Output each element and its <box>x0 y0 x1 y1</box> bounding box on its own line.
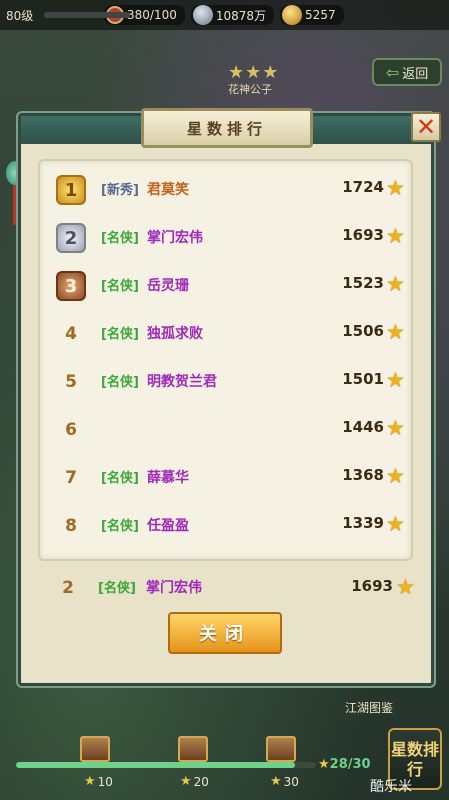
treasure-chest-icon[interactable] <box>178 736 208 762</box>
rank-number: 5 <box>65 372 77 392</box>
player-tag: [名侠] <box>101 327 139 342</box>
ranking-row: 5 [名侠] 明教贺兰君 1501 ★ <box>40 356 411 404</box>
player-tag: [新秀] <box>101 183 139 198</box>
star-icon: ★ <box>318 757 330 772</box>
gold-ingot-icon <box>282 5 303 25</box>
star-icon: ★ <box>386 416 405 440</box>
star-icon: ★ <box>386 464 405 488</box>
star-icon: ★ <box>386 176 405 200</box>
bronze-medal-icon: 3 <box>56 271 86 301</box>
gold-value: 5257 <box>305 8 336 22</box>
chest-threshold-30: ★ 30 <box>270 774 299 789</box>
star-icon: ★ <box>84 774 96 789</box>
silver-coin-icon <box>192 5 213 25</box>
player-tag: [名侠] <box>101 519 139 534</box>
star-progress-bar <box>16 762 316 768</box>
player-name[interactable]: 任盈盈 <box>147 515 189 535</box>
my-rank-number: 2 <box>62 578 74 598</box>
watermark: 酷乐米 <box>370 779 412 795</box>
star-icon: ★ <box>386 320 405 344</box>
star-progress-fill <box>16 762 295 768</box>
rank-number: 6 <box>65 420 77 440</box>
player-name[interactable]: 掌门宏伟 <box>147 227 203 247</box>
level-progress-bar <box>44 12 130 18</box>
back-arrow-icon: ⇦ <box>385 62 400 82</box>
player-name[interactable]: 明教贺兰君 <box>147 371 217 391</box>
close-icon[interactable]: ✕ <box>411 112 441 142</box>
player-tag: [名侠] <box>101 279 139 294</box>
hero-name: 花神公子 <box>228 83 272 96</box>
panel-title: 星数排行 <box>141 108 313 148</box>
player-tag: [名侠] <box>101 375 139 390</box>
gold-resource[interactable]: 5257 <box>280 5 344 25</box>
my-player-tag: [名侠] <box>98 581 136 596</box>
silver-resource[interactable]: 10878万 <box>190 5 275 25</box>
star-icon: ★ <box>270 774 282 789</box>
player-name[interactable]: 岳灵珊 <box>147 275 189 295</box>
rank-number: 7 <box>65 468 77 488</box>
ranking-row: 2 [名侠] 掌门宏伟 1693 ★ <box>40 212 411 260</box>
star-score: 1501 <box>342 370 384 388</box>
my-player-name: 掌门宏伟 <box>146 580 202 596</box>
star-score: 1506 <box>342 322 384 340</box>
stamina-value: 380/100 <box>127 8 177 22</box>
treasure-chest-icon[interactable] <box>266 736 296 762</box>
rank-number: 4 <box>65 324 77 344</box>
player-name[interactable]: 薛慕华 <box>147 467 189 487</box>
star-score: 1339 <box>342 514 384 532</box>
ranking-list[interactable]: 1 [新秀] 君莫笑 1724 ★ 2 [名侠] 掌门宏伟 1693 ★ 3 [… <box>38 159 413 561</box>
silver-medal-icon: 2 <box>56 223 86 253</box>
star-score: 1523 <box>342 274 384 292</box>
star-score: 1693 <box>342 226 384 244</box>
chest-threshold-20: ★ 20 <box>180 774 209 789</box>
ranking-row: 4 [名侠] 独孤求败 1506 ★ <box>40 308 411 356</box>
player-name[interactable]: 君莫笑 <box>147 179 189 199</box>
top-resource-bar: 80级 380/100 10878万 5257 <box>0 0 449 30</box>
star-ranking-panel: 星数排行 ✕ 1 [新秀] 君莫笑 1724 ★ 2 [名侠] 掌门宏伟 169… <box>18 108 441 686</box>
back-button-label: 返回 <box>402 66 429 82</box>
player-tag: [名侠] <box>101 471 139 486</box>
my-ranking-row: 2 [名侠] 掌门宏伟 1693 ★ <box>51 565 422 611</box>
ranking-row: 8 [名侠] 任盈盈 1339 ★ <box>40 500 411 548</box>
back-button[interactable]: ⇦ 返回 <box>372 58 442 86</box>
player-name[interactable]: 独孤求败 <box>147 323 203 343</box>
close-button[interactable]: 关闭 <box>168 612 282 654</box>
star-icon: ★ <box>396 575 415 599</box>
silver-value: 10878万 <box>215 8 267 23</box>
star-icon: ★ <box>180 774 192 789</box>
rank-number: 8 <box>65 516 77 536</box>
star-score: 1446 <box>342 418 384 436</box>
ranking-row: 1 [新秀] 君莫笑 1724 ★ <box>40 164 411 212</box>
gold-medal-icon: 1 <box>56 175 86 205</box>
hero-star-rating: ★★★ <box>228 62 280 83</box>
star-icon: ★ <box>386 272 405 296</box>
chest-threshold-10: ★ 10 <box>84 774 113 789</box>
star-icon: ★ <box>386 512 405 536</box>
jianghu-guide-button[interactable]: 江湖图鉴 <box>345 699 393 716</box>
star-score: 1724 <box>342 178 384 196</box>
star-icon: ★ <box>386 368 405 392</box>
treasure-chest-icon[interactable] <box>80 736 110 762</box>
ranking-row: 3 [名侠] 岳灵珊 1523 ★ <box>40 260 411 308</box>
player-tag: [名侠] <box>101 231 139 246</box>
star-icon: ★ <box>386 224 405 248</box>
star-score: 1368 <box>342 466 384 484</box>
my-star-score: 1693 <box>351 577 393 595</box>
ranking-row: 7 [名侠] 薛慕华 1368 ★ <box>40 452 411 500</box>
ranking-row: 6 1446 ★ <box>40 404 411 452</box>
star-progress-count: ★28/30 <box>318 757 371 772</box>
